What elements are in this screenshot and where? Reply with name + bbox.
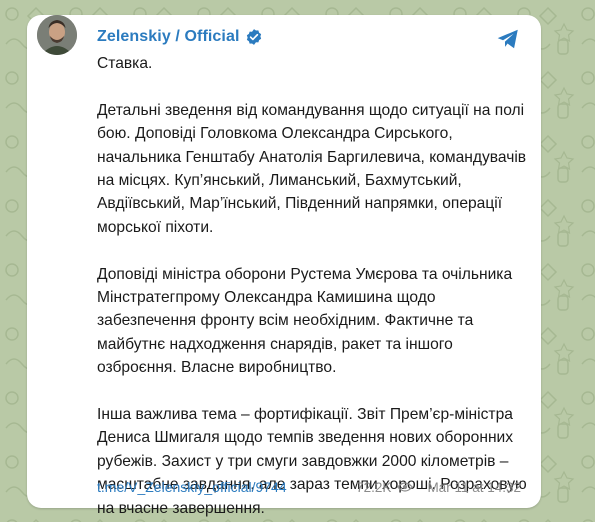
message-meta: 72.2K Mar 11 at 14:32 bbox=[356, 480, 521, 495]
post-link[interactable]: t.me/V_Zelenskiy_official/9744 bbox=[97, 479, 287, 495]
message-text: Ставка. Детальні зведення від командуван… bbox=[97, 52, 527, 520]
eye-icon bbox=[397, 482, 414, 492]
channel-name[interactable]: Zelenskiy / Official bbox=[97, 28, 240, 46]
message-card: Zelenskiy / Official Ставка. Детальні зв… bbox=[27, 15, 541, 517]
message-paragraph: Детальні зведення від командування щодо … bbox=[97, 101, 527, 236]
view-count: 72.2K bbox=[356, 479, 392, 495]
channel-avatar[interactable] bbox=[37, 15, 77, 55]
message-paragraph: Доповіді міністра оборони Рустема Умєров… bbox=[97, 265, 513, 377]
message-timestamp: Mar 11 at 14:32 bbox=[427, 479, 521, 495]
telegram-share-icon[interactable] bbox=[495, 26, 521, 52]
message-paragraph: Ставка. bbox=[97, 55, 153, 72]
channel-header: Zelenskiy / Official bbox=[97, 26, 263, 48]
message-paragraph: Інша важлива тема – фортифікації. Звіт П… bbox=[97, 406, 527, 517]
message-footer: t.me/V_Zelenskiy_official/9744 72.2K Mar… bbox=[97, 477, 521, 497]
verified-badge-icon bbox=[246, 29, 261, 45]
